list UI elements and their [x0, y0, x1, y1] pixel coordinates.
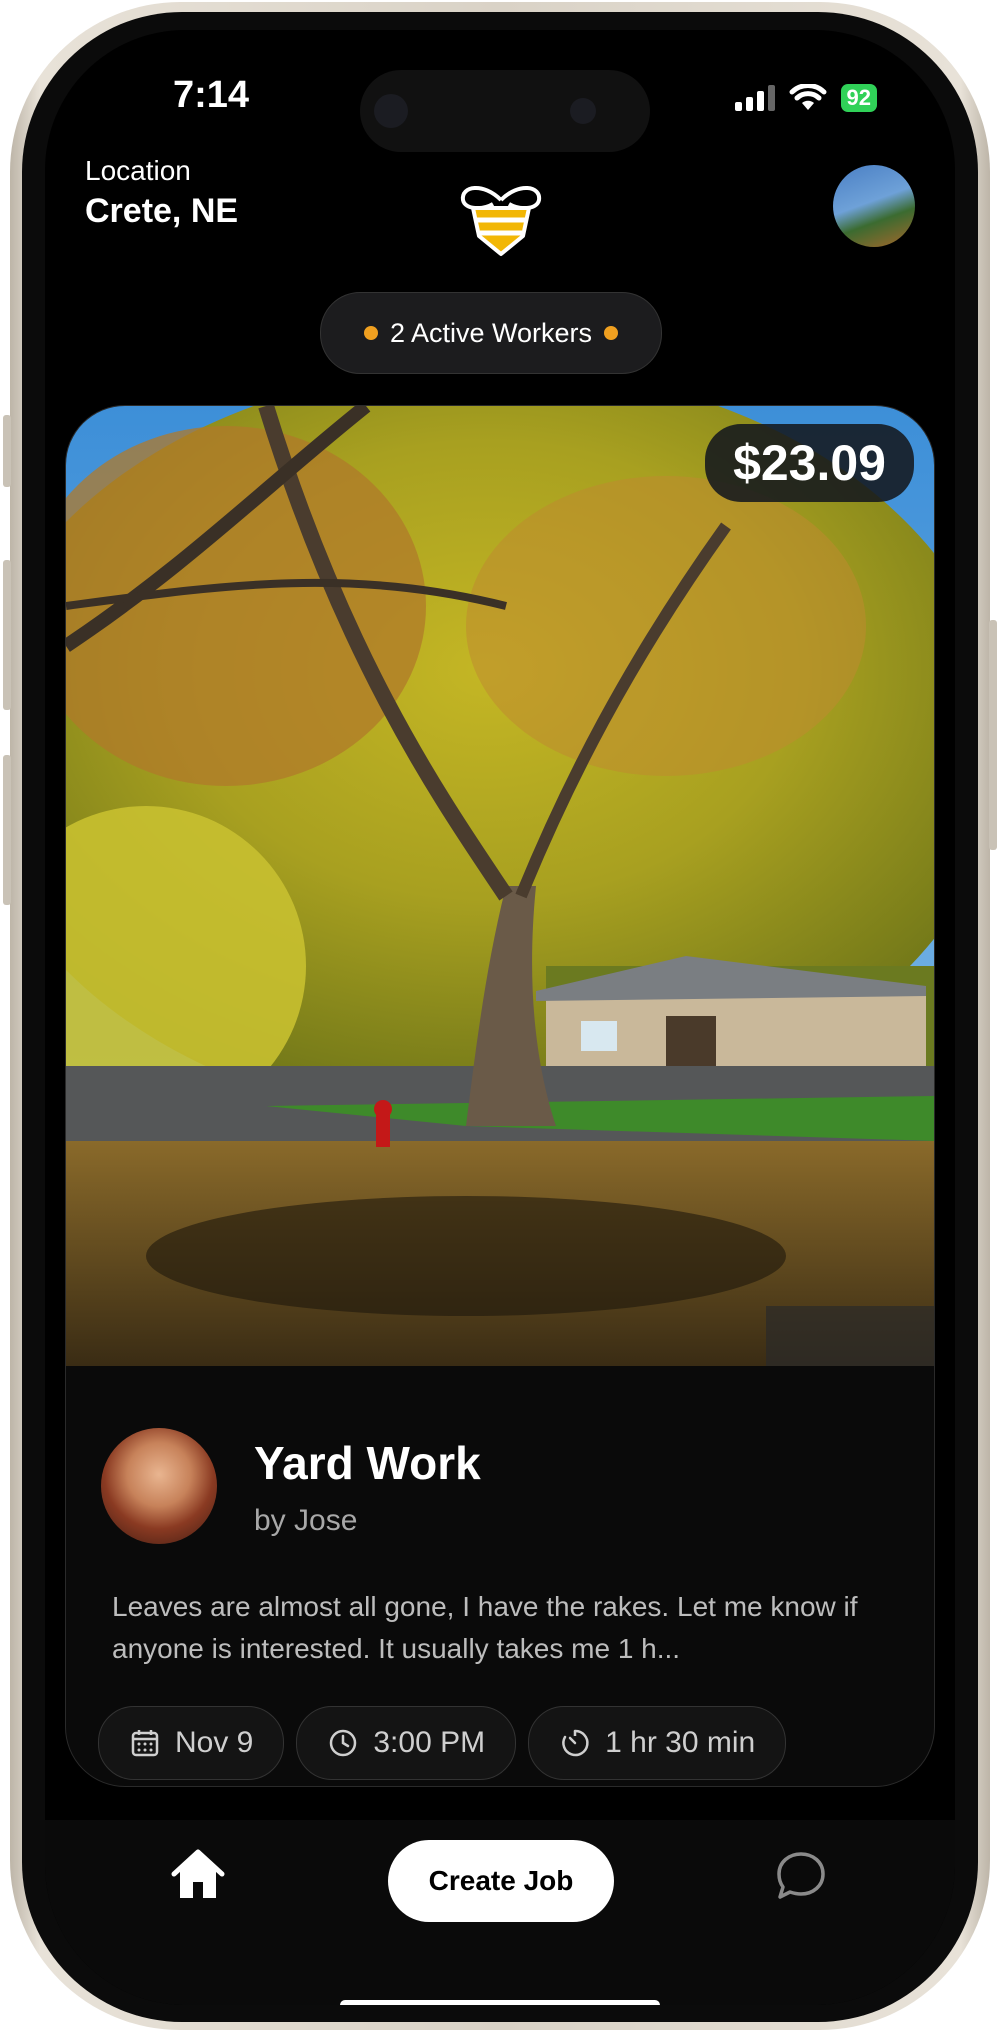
- chat-icon[interactable]: [775, 1850, 827, 1902]
- power-button: [989, 620, 997, 850]
- screen: 7:14 92 Location Crete, NE 2 Active Work…: [45, 30, 955, 2005]
- dynamic-island: [360, 70, 650, 152]
- job-details: Nov 9 3:00 PM 1 hr 30 min: [98, 1706, 787, 1780]
- date-text: Nov 9: [175, 1726, 254, 1759]
- calendar-icon: [131, 1730, 159, 1757]
- location-label: Location: [85, 155, 191, 186]
- duration-text: 1 hr 30 min: [605, 1726, 756, 1759]
- status-icons: 92: [734, 84, 877, 112]
- volume-up-button: [3, 560, 11, 710]
- active-workers-text: 2 Active Workers: [389, 317, 593, 348]
- wifi-icon: [789, 84, 827, 110]
- home-indicator[interactable]: [340, 2000, 660, 2005]
- cellular-signal-icon: [734, 85, 775, 111]
- status-dot-icon: [363, 326, 378, 340]
- bee-logo-icon: [460, 186, 542, 256]
- clock-icon: [330, 1729, 357, 1757]
- duration-chip: 1 hr 30 min: [528, 1706, 787, 1780]
- volume-down-button: [3, 755, 11, 905]
- bottom-nav: Create Job: [45, 1820, 955, 2005]
- status-dot-icon: [604, 326, 619, 340]
- create-job-button[interactable]: Create Job: [388, 1840, 614, 1922]
- sensor: [570, 98, 596, 124]
- price-badge: $23.09: [705, 424, 914, 502]
- action-button: [3, 415, 11, 487]
- battery-indicator: 92: [840, 84, 877, 112]
- status-time: 7:14: [173, 74, 250, 116]
- job-card[interactable]: $23.09 Yard Work by Jose Leaves are almo…: [65, 405, 935, 1787]
- job-description: Leaves are almost all gone, I have the r…: [112, 1591, 858, 1664]
- time-chip: 3:00 PM: [296, 1706, 517, 1780]
- job-photo: [66, 406, 934, 1366]
- job-title: Yard Work: [254, 1437, 481, 1489]
- front-camera: [374, 94, 408, 128]
- time-text: 3:00 PM: [373, 1726, 486, 1759]
- date-chip: Nov 9: [98, 1706, 285, 1780]
- profile-avatar[interactable]: [833, 165, 915, 247]
- location-value[interactable]: Crete, NE: [85, 192, 238, 231]
- timer-icon: [562, 1729, 589, 1757]
- active-workers-pill[interactable]: 2 Active Workers: [320, 292, 662, 374]
- job-poster-name[interactable]: by Jose: [254, 1504, 357, 1538]
- poster-avatar[interactable]: [101, 1428, 217, 1544]
- home-icon[interactable]: [170, 1848, 226, 1902]
